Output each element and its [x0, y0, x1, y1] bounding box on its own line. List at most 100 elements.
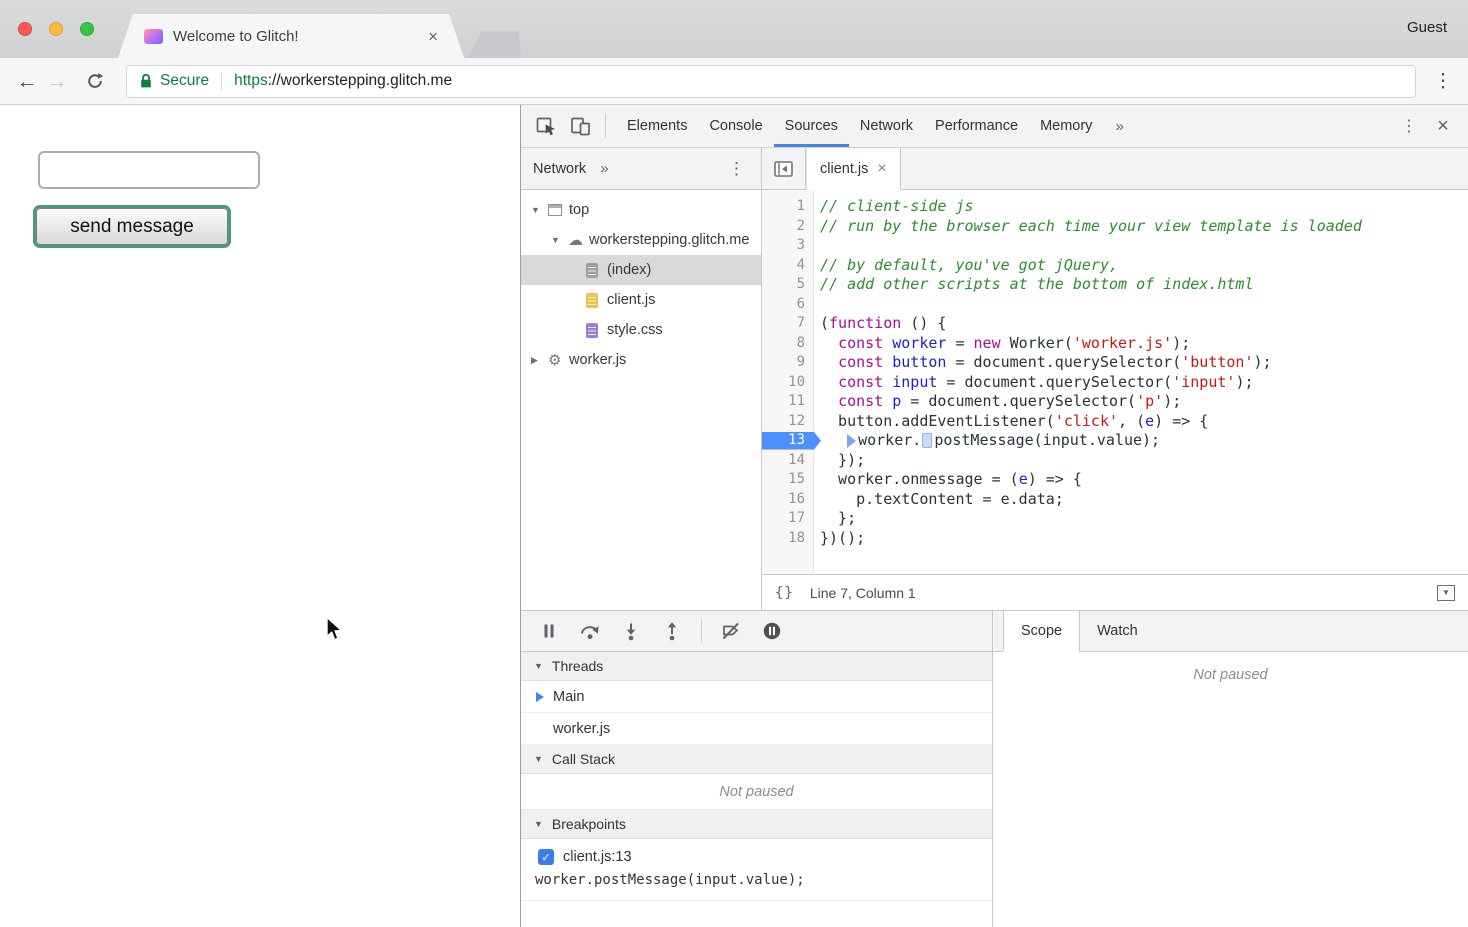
- browser-toolbar: ← → Secure https://workerstepping.glitch…: [0, 58, 1468, 105]
- expander-icon[interactable]: ▼: [551, 235, 568, 245]
- url-host: ://workerstepping.glitch.me: [268, 72, 452, 89]
- debugger-pane: ▼ Threads Mainworker.js ▼ Call Stack Not…: [521, 611, 993, 927]
- minimize-window-button[interactable]: [49, 22, 63, 36]
- step-over-icon[interactable]: [572, 615, 608, 647]
- line-number[interactable]: 5: [762, 275, 814, 295]
- tree-item-client.js[interactable]: client.js: [521, 285, 761, 315]
- step-into-icon[interactable]: [613, 615, 649, 647]
- code-line: 9 const button = document.querySelector(…: [762, 353, 1468, 373]
- devtools-tab-memory[interactable]: Memory: [1029, 105, 1103, 147]
- tab-scope[interactable]: Scope: [1003, 611, 1080, 652]
- devtools-tab-network[interactable]: Network: [849, 105, 924, 147]
- breakpoint-location[interactable]: client.js:13: [563, 849, 632, 865]
- tree-item-label: style.css: [607, 322, 663, 338]
- deactivate-breakpoints-icon[interactable]: [713, 615, 749, 647]
- line-number[interactable]: 1: [762, 197, 814, 217]
- url-scheme: https: [234, 72, 268, 89]
- tree-item-top[interactable]: ▼top: [521, 195, 761, 225]
- line-number[interactable]: 9: [762, 353, 814, 373]
- tree-item-worker.js[interactable]: ▶⚙worker.js: [521, 345, 761, 375]
- url-text: https://workerstepping.glitch.me: [234, 72, 452, 90]
- back-button[interactable]: ←: [12, 71, 42, 92]
- navigator-more-tabs-icon[interactable]: »: [600, 160, 608, 177]
- code-text: [814, 236, 820, 256]
- expander-icon[interactable]: ▼: [531, 205, 548, 215]
- devtools-menu-icon[interactable]: ⋮: [1394, 111, 1424, 141]
- browser-menu-icon[interactable]: ⋮: [1430, 70, 1456, 93]
- line-number[interactable]: 4: [762, 256, 814, 276]
- debugger-area: ▼ Threads Mainworker.js ▼ Call Stack Not…: [521, 611, 1468, 927]
- line-number[interactable]: 6: [762, 295, 814, 315]
- tab-close-icon[interactable]: ×: [428, 28, 438, 45]
- line-number[interactable]: 12: [762, 412, 814, 432]
- thread-item-main[interactable]: Main: [521, 681, 992, 713]
- zoom-window-button[interactable]: [80, 22, 94, 36]
- line-number[interactable]: 10: [762, 373, 814, 393]
- line-number[interactable]: 3: [762, 236, 814, 256]
- expander-icon[interactable]: ▶: [531, 355, 548, 366]
- editor-tab-close-icon[interactable]: ×: [877, 161, 886, 177]
- line-number[interactable]: 15: [762, 470, 814, 490]
- tree-item-label: (index): [607, 262, 651, 278]
- code-line: 15 worker.onmessage = (e) => {: [762, 470, 1468, 490]
- line-number[interactable]: 14: [762, 451, 814, 471]
- content-area: send message ElementsConsoleSourcesNetwo…: [0, 105, 1468, 927]
- address-bar[interactable]: Secure https://workerstepping.glitch.me: [126, 65, 1416, 98]
- line-number[interactable]: 17: [762, 509, 814, 529]
- navigator-menu-icon[interactable]: ⋮: [720, 159, 753, 179]
- browser-tab[interactable]: Welcome to Glitch! ×: [118, 14, 464, 58]
- threads-list: Mainworker.js: [521, 681, 992, 745]
- code-line: 11 const p = document.querySelector('p')…: [762, 392, 1468, 412]
- titlebar: Welcome to Glitch! × Guest: [0, 0, 1468, 58]
- scope-pane: Scope Watch Not paused: [993, 611, 1468, 927]
- devtools-panel: ElementsConsoleSourcesNetworkPerformance…: [521, 105, 1468, 927]
- line-number[interactable]: 16: [762, 490, 814, 510]
- line-number[interactable]: 11: [762, 392, 814, 412]
- tree-item-workerstepping.glitch.me[interactable]: ▼☁workerstepping.glitch.me: [521, 225, 761, 255]
- line-number[interactable]: 18: [762, 529, 814, 549]
- forward-button[interactable]: →: [42, 71, 72, 92]
- more-panels-icon[interactable]: »: [1107, 118, 1131, 135]
- device-toolbar-icon[interactable]: [565, 111, 595, 141]
- tab-watch[interactable]: Watch: [1080, 611, 1155, 651]
- inline-breakpoint-marker[interactable]: [922, 433, 932, 448]
- breakpoint-snippet[interactable]: worker.postMessage(input.value);: [521, 872, 992, 888]
- breakpoints-section-header[interactable]: ▼ Breakpoints: [521, 810, 992, 839]
- devtools-tab-performance[interactable]: Performance: [924, 105, 1029, 147]
- pretty-print-icon[interactable]: {}: [775, 585, 794, 601]
- devtools-tab-console[interactable]: Console: [698, 105, 773, 147]
- send-message-button[interactable]: send message: [36, 208, 228, 245]
- message-input[interactable]: [38, 151, 260, 189]
- editor-tab-clientjs[interactable]: client.js ×: [806, 148, 901, 190]
- devtools-close-icon[interactable]: ×: [1428, 111, 1458, 141]
- devtools-tab-sources[interactable]: Sources: [774, 105, 849, 147]
- line-number[interactable]: 7: [762, 314, 814, 334]
- thread-item-worker.js[interactable]: worker.js: [521, 713, 992, 745]
- code-text: worker.onmessage = (e) => {: [814, 470, 1082, 490]
- profile-name[interactable]: Guest: [1407, 19, 1447, 36]
- inspect-element-icon[interactable]: [531, 111, 561, 141]
- hide-navigator-icon[interactable]: [762, 148, 806, 189]
- tree-item-style.css[interactable]: style.css: [521, 315, 761, 345]
- code-text: worker.postMessage(input.value);: [814, 431, 1160, 451]
- code-editor[interactable]: 1// client-side js2// run by the browser…: [762, 190, 1468, 574]
- code-line: 13 worker.postMessage(input.value);: [762, 431, 1468, 451]
- reload-button[interactable]: [80, 71, 110, 91]
- line-number[interactable]: 2: [762, 217, 814, 237]
- code-lines: 1// client-side js2// run by the browser…: [762, 190, 1468, 548]
- navigator-tab-network[interactable]: Network: [529, 161, 590, 177]
- callstack-section-header[interactable]: ▼ Call Stack: [521, 745, 992, 774]
- breakpoint-checkbox[interactable]: ✓: [538, 849, 554, 865]
- pause-on-exceptions-icon[interactable]: [754, 615, 790, 647]
- panel-toggle-icon[interactable]: ▼: [1437, 585, 1455, 601]
- close-window-button[interactable]: [18, 22, 32, 36]
- step-out-icon[interactable]: [654, 615, 690, 647]
- devtools-tab-elements[interactable]: Elements: [616, 105, 698, 147]
- new-tab-stub[interactable]: [467, 31, 521, 58]
- threads-section-header[interactable]: ▼ Threads: [521, 652, 992, 681]
- inline-breakpoint-marker[interactable]: [847, 434, 856, 448]
- tree-item-index[interactable]: (index): [521, 255, 761, 285]
- breakpoint-flag[interactable]: 13: [762, 431, 814, 451]
- pause-script-icon[interactable]: [531, 615, 567, 647]
- line-number[interactable]: 8: [762, 334, 814, 354]
